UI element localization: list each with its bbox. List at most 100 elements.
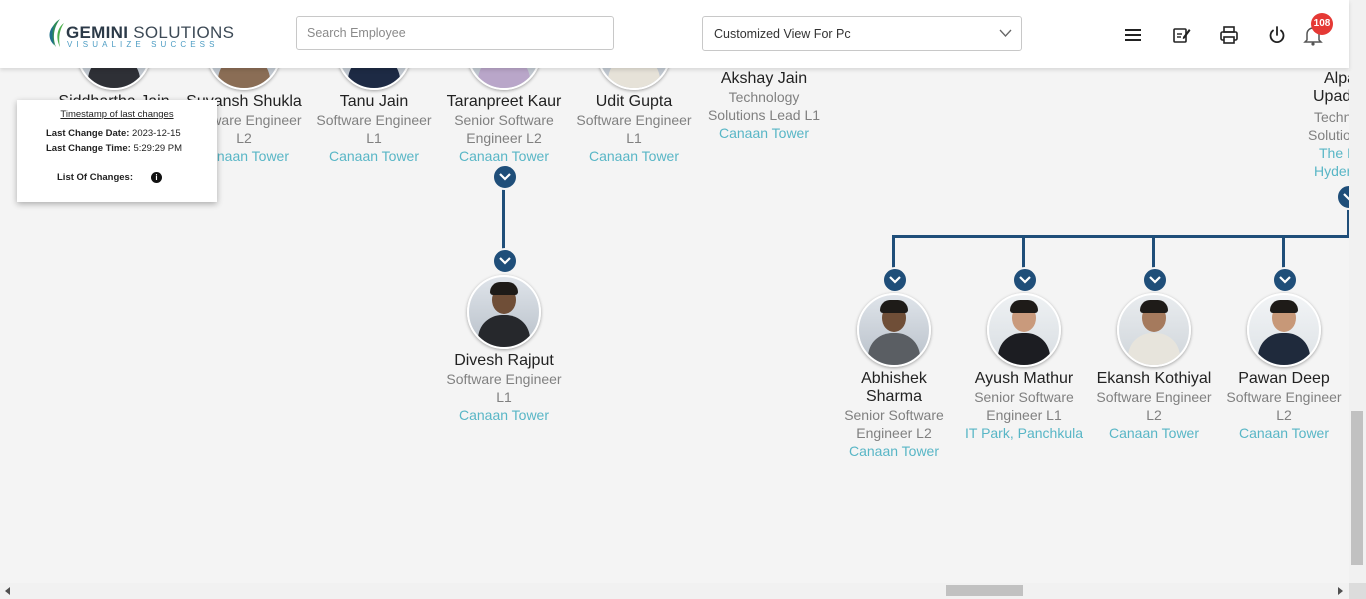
expand-toggle[interactable] <box>1142 267 1168 293</box>
employee-name: Udit Gupta <box>595 93 673 110</box>
employee-designation: Senior Software Engineer L1 <box>974 389 1074 423</box>
connector-line <box>892 235 895 271</box>
employee-designation: Software Engineer L2 <box>1226 389 1342 423</box>
employee-name: Akshay Jain <box>720 70 808 87</box>
employee-location: IT Park, Panchkula <box>964 425 1084 441</box>
employee-location: Canaan Tower <box>1238 425 1330 441</box>
employee-card[interactable]: Ekansh Kothiyal Software Engineer L2 Can… <box>1089 293 1219 442</box>
employee-location: Canaan Tower <box>588 148 680 164</box>
employee-name: Divesh Rajput <box>454 352 554 369</box>
employee-designation: Software Engineer L1 <box>316 112 432 146</box>
power-icon <box>1269 26 1285 44</box>
employee-location: Canaan Tower <box>718 125 810 141</box>
popup-title: Timestamp of last changes <box>60 109 174 120</box>
employee-avatar <box>987 293 1061 367</box>
employee-location-line2: Hyder <box>1314 163 1349 179</box>
chevron-down-icon <box>999 29 1012 37</box>
scroll-left-arrow-icon[interactable] <box>5 587 10 595</box>
last-change-time-row: Last Change Time: 5:29:29 PM <box>46 143 182 154</box>
notification-count-badge: 108 <box>1311 13 1333 35</box>
vertical-scrollbar[interactable] <box>1349 0 1366 583</box>
list-of-changes-row: List Of Changes: <box>57 172 133 183</box>
expand-toggle[interactable] <box>882 267 908 293</box>
employee-name: Tanu Jain <box>339 93 409 110</box>
connector-line <box>892 235 1349 238</box>
employee-name: Abhishek Sharma <box>861 370 927 405</box>
last-change-date-label: Last Change Date: <box>46 128 130 139</box>
edit-note-button[interactable] <box>1170 24 1192 46</box>
connector-line <box>1022 235 1025 271</box>
list-of-changes-label: List Of Changes: <box>57 172 134 183</box>
expand-toggle[interactable] <box>492 164 518 190</box>
hamburger-menu-button[interactable] <box>1122 24 1144 46</box>
timestamp-popup: Timestamp of last changes Last Change Da… <box>17 100 217 202</box>
horizontal-scrollbar-thumb[interactable] <box>946 585 1023 596</box>
edit-note-icon <box>1173 28 1191 43</box>
expand-toggle[interactable] <box>492 248 518 274</box>
logout-button[interactable] <box>1266 24 1288 46</box>
employee-card[interactable]: Akshay Jain Technology Solutions Lead L1… <box>699 70 829 142</box>
employee-name: Ayush Mathur <box>974 370 1074 387</box>
employee-avatar <box>337 68 411 90</box>
employee-avatar <box>1247 293 1321 367</box>
employee-designation: Software Engineer L1 <box>576 112 692 146</box>
employee-avatar <box>207 68 281 90</box>
employee-designation: Senior Software Engineer L2 <box>454 112 554 146</box>
scrollbar-corner <box>1349 583 1366 599</box>
employee-designation: Software Engineer L1 <box>446 371 562 405</box>
company-logo[interactable]: GEMINI SOLUTIONS VISUALIZE SUCCESS <box>46 17 234 53</box>
employee-card-partial-right[interactable]: Alpa Upad Techn Solutions The I Hyder <box>1308 70 1349 180</box>
last-change-time-label: Last Change Time: <box>46 143 131 154</box>
connector-line <box>1282 235 1285 271</box>
employee-name: Pawan Deep <box>1238 370 1330 387</box>
logo-leaf-icon <box>49 19 64 47</box>
employee-designation: Software Engineer L2 <box>1096 389 1212 423</box>
employee-card[interactable]: Ayush Mathur Senior Software Engineer L1… <box>959 293 1089 442</box>
employee-location: Canaan Tower <box>848 443 940 459</box>
hamburger-menu-icon <box>1125 29 1141 41</box>
employee-card[interactable]: Abhishek Sharma Senior Software Engineer… <box>829 293 959 460</box>
chevron-down-icon <box>1149 276 1161 284</box>
chevron-down-icon <box>499 257 511 265</box>
employee-avatar <box>857 293 931 367</box>
chevron-down-icon <box>1019 276 1031 284</box>
last-change-date-value: 2023-12-15 <box>132 128 181 139</box>
employee-location-line1: The I <box>1319 145 1349 161</box>
employee-card[interactable]: Pawan Deep Software Engineer L2 Canaan T… <box>1219 293 1349 442</box>
employee-location: Canaan Tower <box>1108 425 1200 441</box>
view-select-dropdown[interactable]: Customized View For Pc <box>702 16 1022 51</box>
employee-name: Ekansh Kothiyal <box>1096 370 1212 387</box>
employee-card[interactable]: Taranpreet Kaur Senior Software Engineer… <box>439 68 569 165</box>
expand-toggle[interactable] <box>1336 184 1349 210</box>
employee-designation-line1: Techn <box>1314 109 1349 125</box>
employee-designation-line2: Solutions <box>1308 127 1349 143</box>
employee-location: Canaan Tower <box>458 148 550 164</box>
employee-card[interactable]: Divesh Rajput Software Engineer L1 Canaa… <box>439 275 569 424</box>
employee-avatar <box>597 68 671 90</box>
horizontal-scrollbar[interactable] <box>0 583 1349 599</box>
chevron-down-icon <box>499 173 511 181</box>
info-icon[interactable]: i <box>151 172 162 183</box>
last-change-time-value: 5:29:29 PM <box>133 143 183 154</box>
expand-toggle[interactable] <box>1012 267 1038 293</box>
chevron-down-icon <box>889 276 901 284</box>
print-button[interactable] <box>1218 24 1240 46</box>
vertical-scrollbar-thumb[interactable] <box>1351 411 1363 565</box>
expand-toggle[interactable] <box>1272 267 1298 293</box>
search-employee-input[interactable] <box>296 16 614 50</box>
employee-name-line1: Alpa <box>1324 70 1349 87</box>
logo-tagline: VISUALIZE SUCCESS <box>67 40 219 49</box>
employee-location: Canaan Tower <box>328 148 420 164</box>
employee-location: Canaan Tower <box>458 407 550 423</box>
employee-avatar <box>467 68 541 90</box>
chevron-down-icon <box>1279 276 1291 284</box>
last-change-date-row: Last Change Date: 2023-12-15 <box>46 128 181 139</box>
employee-designation: Senior Software Engineer L2 <box>844 407 944 441</box>
connector-line <box>1152 235 1155 271</box>
scroll-right-arrow-icon[interactable] <box>1338 587 1343 595</box>
employee-avatar <box>77 68 151 90</box>
employee-card[interactable]: Udit Gupta Software Engineer L1 Canaan T… <box>569 68 699 165</box>
employee-designation: Technology Solutions Lead L1 <box>707 89 821 123</box>
employee-card[interactable]: Tanu Jain Software Engineer L1 Canaan To… <box>309 68 439 165</box>
employee-avatar <box>1117 293 1191 367</box>
